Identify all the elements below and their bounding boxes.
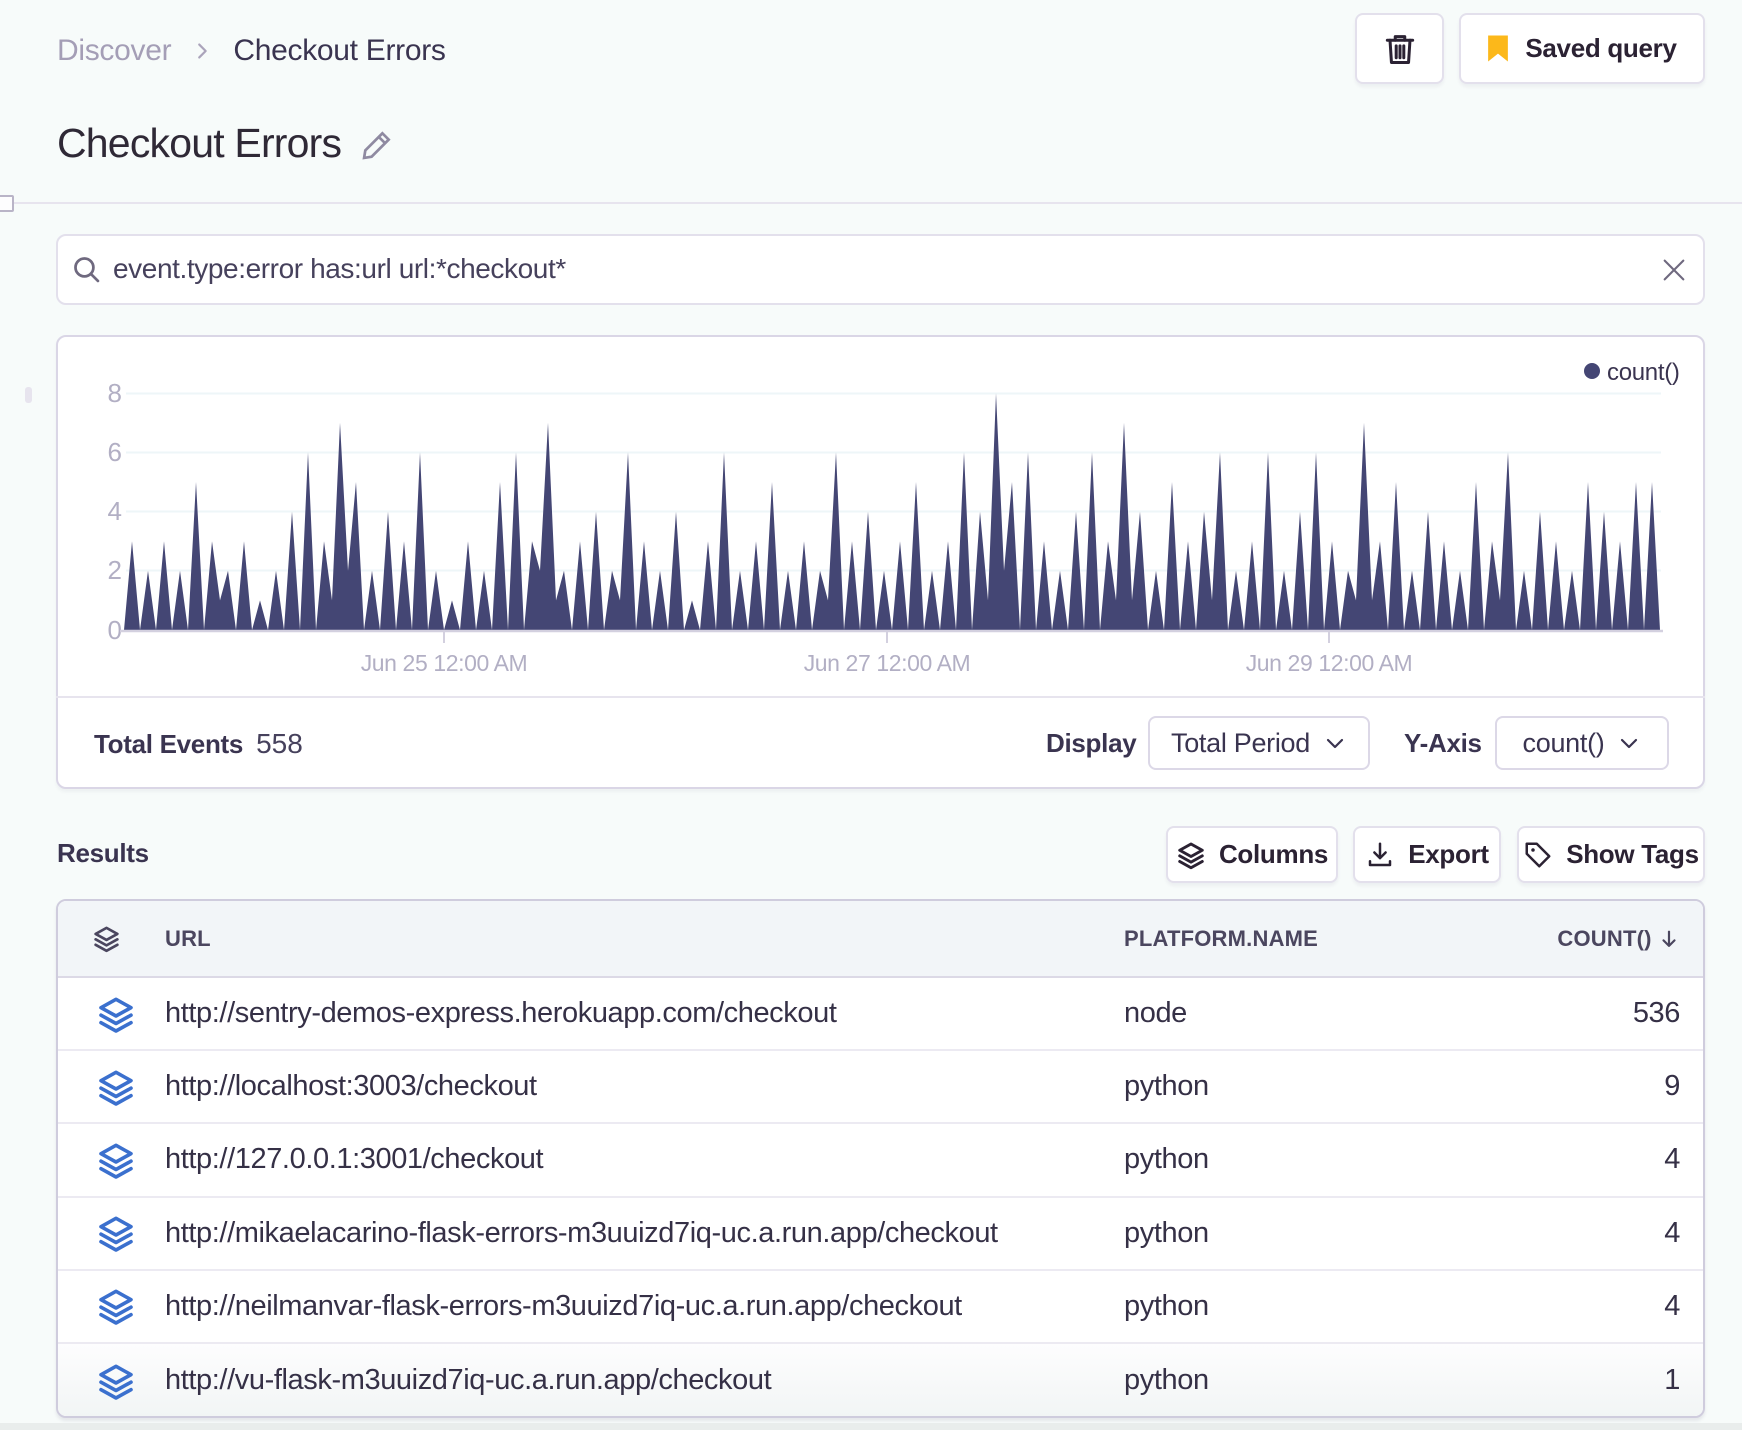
svg-text:count(): count() bbox=[1607, 359, 1680, 386]
svg-text:4: 4 bbox=[108, 496, 122, 526]
svg-text:Jun 25 12:00 AM: Jun 25 12:00 AM bbox=[361, 650, 528, 676]
svg-text:0: 0 bbox=[108, 615, 122, 645]
svg-text:Jun 29 12:00 AM: Jun 29 12:00 AM bbox=[1246, 650, 1413, 676]
svg-text:Jun 27 12:00 AM: Jun 27 12:00 AM bbox=[804, 650, 971, 676]
svg-text:8: 8 bbox=[108, 378, 122, 408]
svg-text:2: 2 bbox=[108, 555, 122, 585]
svg-text:6: 6 bbox=[108, 437, 122, 467]
